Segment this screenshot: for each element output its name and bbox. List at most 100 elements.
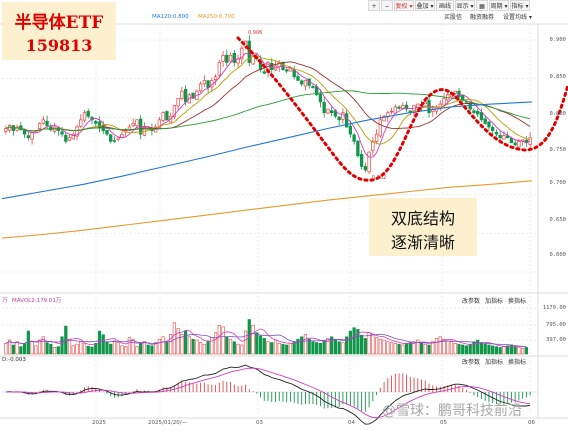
candle-body [356,140,360,157]
candle-body [7,125,12,131]
volume-bar [146,344,150,355]
volume-bar [142,341,147,355]
period-button[interactable]: 周期 ▾ [489,0,509,11]
macd-switch-indicator-button[interactable]: 换指标 [508,357,526,366]
y-tick-label: 0.750 [549,147,566,153]
vol-edit-params-button[interactable]: 改参数 [462,296,480,305]
volume-bar [382,339,386,355]
candle-body [359,153,364,167]
candle-body [26,135,31,139]
volume-bar [479,342,484,355]
candle-body [213,76,218,81]
volume-bar [502,346,506,355]
candle-body [303,80,308,87]
volume-bar [311,341,315,355]
candle-body [352,134,356,142]
volume-bar [49,343,53,355]
candle-body [378,119,383,137]
volume-bar [431,341,435,355]
volume-bar [386,341,390,355]
draw-line-button[interactable]: 画线 [436,0,454,11]
candle-body [131,123,135,127]
volume-bar [90,346,94,355]
volume-bar [494,346,499,355]
candle-body [457,90,461,98]
zoom-in-button[interactable]: + [368,0,380,11]
ma120-line [1,101,533,200]
candle-body [494,131,499,135]
candle-body [416,103,420,108]
volume-bar [438,336,442,355]
overlay-button[interactable]: 叠加 ▾ [415,0,435,11]
volume-bar [521,347,525,355]
candle-body [45,120,49,126]
low-price-marker: 0.702 [372,175,387,181]
volume-bar [225,336,229,355]
volume-bar [195,339,199,355]
volume-bar [498,347,502,355]
vol-add-indicator-button[interactable]: 加指标 [485,296,503,305]
display-button[interactable]: 显示 ▾ [455,0,475,11]
indicator-button[interactable]: 指标 ▾ [510,0,530,11]
volume-bar [491,345,495,355]
volume-bar [60,336,64,355]
chart-canvas[interactable] [0,0,568,430]
zoom-out-button[interactable]: − [381,0,393,11]
candle-body [393,106,397,114]
price-grid [0,23,568,419]
volume-bar [333,338,338,355]
volume-bar [348,330,352,355]
ma250-label: MA250:0.700 [198,14,235,20]
candle-body [79,119,83,127]
candle-body [116,137,120,140]
volume-bar [11,344,15,355]
volume-bar [262,338,266,355]
y-tick-label: 0.800 [549,111,566,117]
adjust-button[interactable]: 复权 ▾ [394,0,414,11]
volume-bar [363,338,367,355]
candle-body [86,110,90,117]
x-tick-label: 2025 [92,420,106,426]
volume-bar [22,343,27,355]
volume-ma-label: MAVOL2:179.01万 [12,298,62,304]
candle-body [4,128,8,132]
volume-bar [157,338,162,355]
volume-bar [187,336,191,355]
buy-signal-button[interactable]: 买股信 [444,13,462,23]
candle-body [337,116,341,121]
candle-body [262,71,266,74]
volume-bar [213,332,218,355]
margin-button[interactable]: 融资融券 [470,13,494,23]
volume-bar [172,322,176,355]
candle-body [41,119,45,124]
volume-bar [397,343,401,355]
volume-bar [468,343,472,355]
y-tick-label: 0.700 [549,180,566,186]
macd-add-indicator-button[interactable]: 加指标 [485,357,503,366]
volume-bar [307,338,311,355]
volume-bar [434,338,439,355]
volume-bar [191,338,195,355]
candle-body [318,93,323,103]
vol-tick-label: 795.00 [546,322,566,328]
volume-bar [34,345,38,355]
grid-toggle-icon[interactable]: ▦ [476,0,488,11]
candle-body [120,133,124,138]
candle-body [483,118,487,124]
volume-bar [419,342,424,355]
title-code: 159813 [25,36,93,55]
volume-bar [457,343,461,355]
x-tick-label: 04 [348,420,355,426]
vol-switch-indicator-button[interactable]: 换指标 [508,296,526,305]
volume-bar [449,341,454,355]
volume-bar [401,344,405,355]
macd-edit-params-button[interactable]: 改参数 [462,357,480,366]
volume-bar [184,330,188,355]
volume-bar [266,341,270,355]
x-tick-label: 05 [440,420,447,426]
volume-bar [139,343,143,355]
candle-body [453,90,457,94]
volume-bar [273,339,278,355]
volume-bar [300,336,304,355]
set-ma-button[interactable]: 设置均线 ▾ [503,13,532,23]
